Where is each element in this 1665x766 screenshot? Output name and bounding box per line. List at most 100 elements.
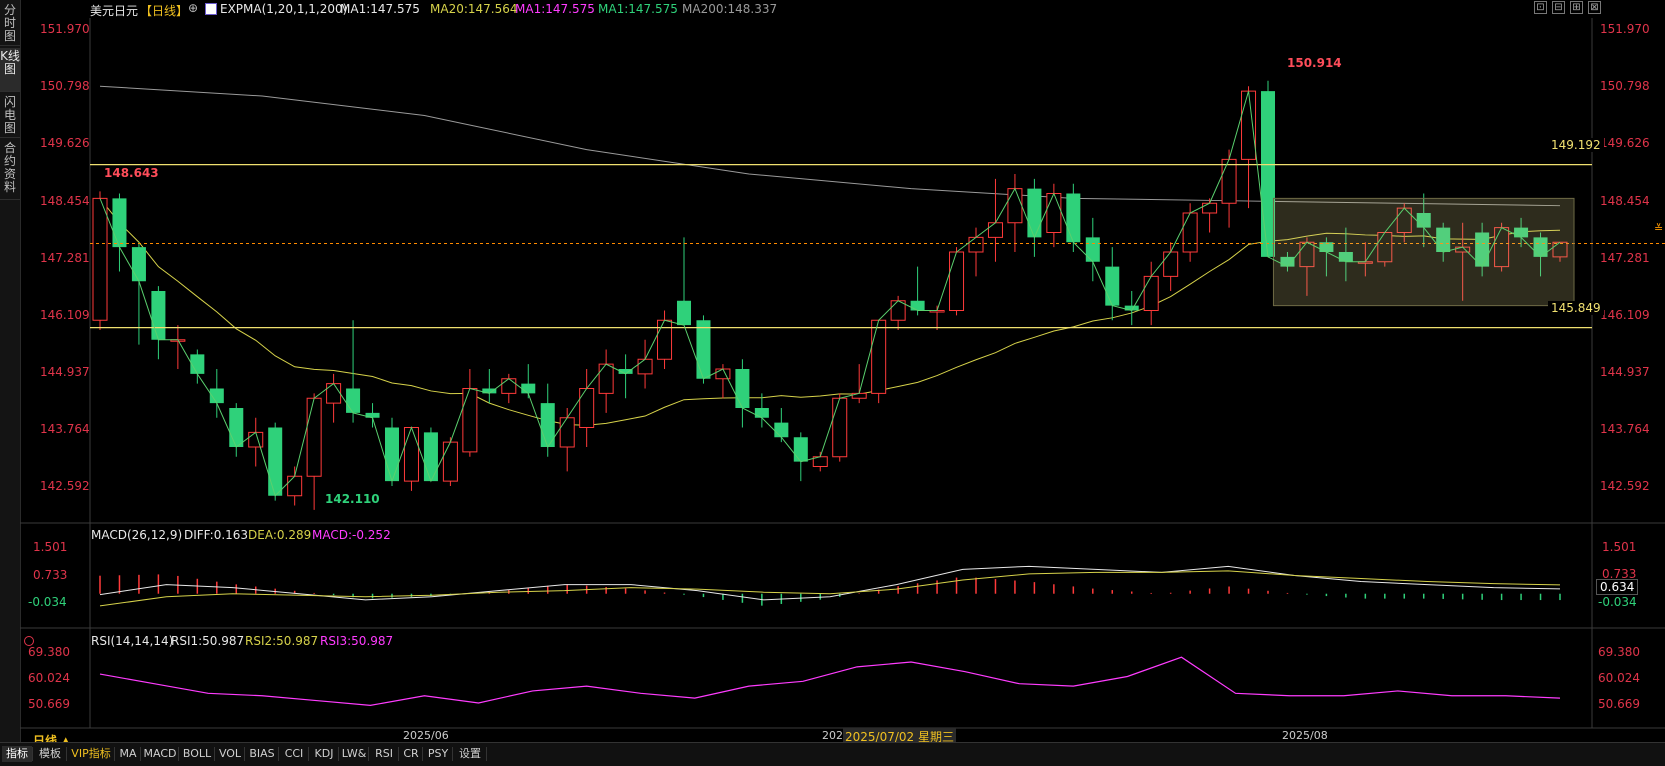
rsi3-label: RSI3:50.987 <box>320 634 394 648</box>
rsi-axis-r2: 60.024 <box>1598 671 1640 685</box>
time-label-june: 2025/06 <box>403 729 449 742</box>
candle-body-up <box>403 427 419 482</box>
candle-body-down <box>910 300 925 311</box>
candle-body-up <box>326 383 342 404</box>
tab-divider <box>140 747 141 761</box>
indicator-tab[interactable]: BIAS <box>246 746 278 762</box>
time-label-aug: 2025/08 <box>1282 729 1328 742</box>
indicator-tab[interactable]: 指标 <box>2 746 32 762</box>
kline-chart[interactable] <box>0 0 1665 742</box>
macd-axis-2: 0.733 <box>33 568 68 582</box>
candle-body-down <box>754 408 769 418</box>
indicator-tab[interactable]: KDJ <box>310 746 338 762</box>
candle-body-down <box>384 427 400 482</box>
price-axis-left-label: 151.970 <box>40 22 90 37</box>
tab-divider <box>66 747 67 761</box>
macd-axis-r3: -0.034 <box>1598 595 1637 609</box>
tab-divider <box>178 747 179 761</box>
indicator-tab[interactable]: PSY <box>424 746 452 762</box>
candle-body-up <box>442 441 458 482</box>
indicator-tab[interactable]: VOL <box>216 746 244 762</box>
price-axis-left-label: 144.937 <box>40 365 90 380</box>
candle-body-up <box>579 388 595 428</box>
candle-body-up <box>306 397 322 477</box>
rsi-axis-1: 69.380 <box>28 645 70 659</box>
current-price-marker-icon: ≚ <box>1654 222 1664 235</box>
candle-body-up <box>559 417 575 448</box>
candle-body-down <box>793 437 808 462</box>
candle-body-up <box>715 368 731 380</box>
tab-divider <box>114 747 115 761</box>
rsi-title: RSI(14,14,14) <box>91 634 174 648</box>
start-annotation: 148.643 <box>104 166 159 180</box>
indicator-tab[interactable]: MACD <box>142 746 178 762</box>
candle-body-up <box>1241 90 1257 160</box>
tab-divider <box>308 747 309 761</box>
indicator-tab[interactable]: CR <box>400 746 422 762</box>
candle-body-up <box>501 378 517 394</box>
ma200-line <box>99 85 1561 207</box>
rsi-axis-3: 50.669 <box>28 697 70 711</box>
candle-body-down <box>268 427 283 496</box>
price-axis-right-label: 148.454 <box>1600 193 1650 208</box>
candle-body-up <box>987 222 1003 238</box>
high-annotation: 150.914 <box>1287 56 1342 70</box>
price-axis-left-label: 142.592 <box>40 479 90 494</box>
candle-body-down <box>423 432 438 482</box>
candle-body-up <box>1202 202 1218 214</box>
macd-title: MACD(26,12,9) <box>91 528 183 542</box>
candle-body-down <box>1260 91 1276 257</box>
macd-dea-line <box>99 570 1561 607</box>
indicator-tab[interactable]: MA <box>116 746 140 762</box>
indicator-tab[interactable]: LW& <box>340 746 368 762</box>
indicator-tab[interactable]: RSI <box>370 746 398 762</box>
support-tag: 145.849 <box>1548 301 1604 315</box>
price-axis-right-label: 151.970 <box>1600 22 1650 37</box>
candle-body-down <box>1066 193 1081 243</box>
price-axis-left-label: 143.764 <box>40 422 90 437</box>
candle-body-up <box>1221 158 1237 204</box>
price-axis-right-label: 147.281 <box>1600 250 1650 265</box>
price-axis-left-label: 146.109 <box>40 307 90 322</box>
candle-body-up <box>1143 275 1159 311</box>
tab-divider <box>422 747 423 761</box>
candle-body-down <box>1105 266 1120 306</box>
macd-current-tag: 0.634 <box>1596 579 1639 595</box>
tab-divider <box>486 747 487 761</box>
tab-divider <box>214 747 215 761</box>
tab-divider <box>338 747 339 761</box>
candle-body-up <box>1182 212 1198 253</box>
macd-value: MACD:-0.252 <box>312 528 391 542</box>
candle-body-up <box>949 251 965 311</box>
candle-body-up <box>832 397 848 458</box>
candle-body-up <box>1007 188 1023 224</box>
candle-body-down <box>774 422 789 438</box>
candle-body-up <box>598 363 614 394</box>
time-label-prefix: 202 <box>822 729 843 742</box>
rsi-axis-2: 60.024 <box>28 671 70 685</box>
price-axis-right-label: 149.626 <box>1600 136 1650 151</box>
candle-body-down <box>735 369 750 408</box>
tab-divider <box>452 747 453 761</box>
candle-body-up <box>637 358 653 375</box>
indicator-tab[interactable]: VIP指标 <box>68 746 114 762</box>
indicator-tab[interactable]: 设置 <box>454 746 486 762</box>
candle-body-up <box>462 388 478 453</box>
candle-body-up <box>92 197 108 321</box>
resistance-tag: 149.192 <box>1548 138 1604 152</box>
candle-body-down <box>190 354 205 374</box>
macd-axis-3: -0.034 <box>28 595 67 609</box>
candle-body-up <box>1163 251 1179 277</box>
tab-divider <box>244 747 245 761</box>
candle-body-down <box>696 320 711 379</box>
indicator-tab[interactable]: BOLL <box>180 746 214 762</box>
low-annotation: 142.110 <box>325 492 380 506</box>
indicator-tab[interactable]: 模板 <box>34 746 66 762</box>
candle-body-down <box>112 198 127 248</box>
candle-body-down <box>1085 237 1100 262</box>
price-axis-left-label: 149.626 <box>40 136 90 151</box>
price-axis-right-label: 146.109 <box>1600 307 1650 322</box>
candle-body-down <box>151 291 166 340</box>
indicator-tab[interactable]: CCI <box>280 746 308 762</box>
price-axis-right-label: 142.592 <box>1600 479 1650 494</box>
